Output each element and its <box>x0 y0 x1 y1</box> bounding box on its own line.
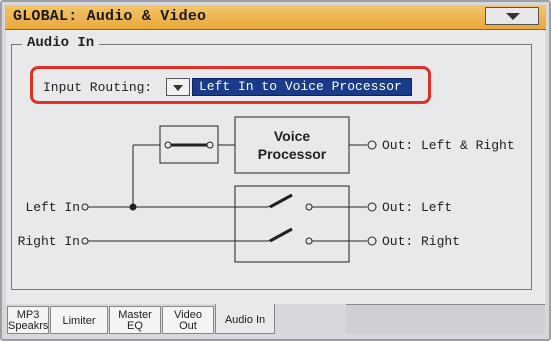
routing-diagram: Voice Processor Left In Right In Out: Le… <box>18 116 515 263</box>
right-in-label: Right In <box>18 234 80 249</box>
tab-label: Limiter <box>62 315 96 327</box>
out-left-right-label: Out: Left & Right <box>382 138 515 153</box>
tab-label: EQ <box>127 320 143 332</box>
tab-mp3-speakers[interactable]: MP3 Speakrs <box>7 306 49 334</box>
switch-contact <box>305 237 313 245</box>
voice-processor-title: Voice <box>274 128 311 144</box>
switch-contact <box>206 141 214 149</box>
junction-dot <box>129 203 137 211</box>
tab-label: Speakrs <box>8 320 49 332</box>
tab-audio-in[interactable]: Audio In <box>215 304 275 334</box>
tab-bar: MP3 Speakrs Limiter Master EQ Video Out … <box>6 304 545 336</box>
output-jack <box>367 140 377 150</box>
out-left-label: Out: Left <box>382 200 452 215</box>
switch-contact <box>305 203 313 211</box>
tab-video-out[interactable]: Video Out <box>162 306 214 334</box>
switch-contact <box>164 141 172 149</box>
voice-processor-subtitle: Processor <box>258 146 327 162</box>
left-in-label: Left In <box>25 200 80 215</box>
tab-label: Out <box>179 320 197 332</box>
input-jack <box>81 237 89 245</box>
output-jack <box>367 202 377 212</box>
tab-label: Audio In <box>224 314 266 326</box>
tab-master-eq[interactable]: Master EQ <box>109 306 161 334</box>
out-right-label: Out: Right <box>382 234 460 249</box>
tab-limiter[interactable]: Limiter <box>50 306 108 334</box>
input-jack <box>81 203 89 211</box>
output-jack <box>367 236 377 246</box>
